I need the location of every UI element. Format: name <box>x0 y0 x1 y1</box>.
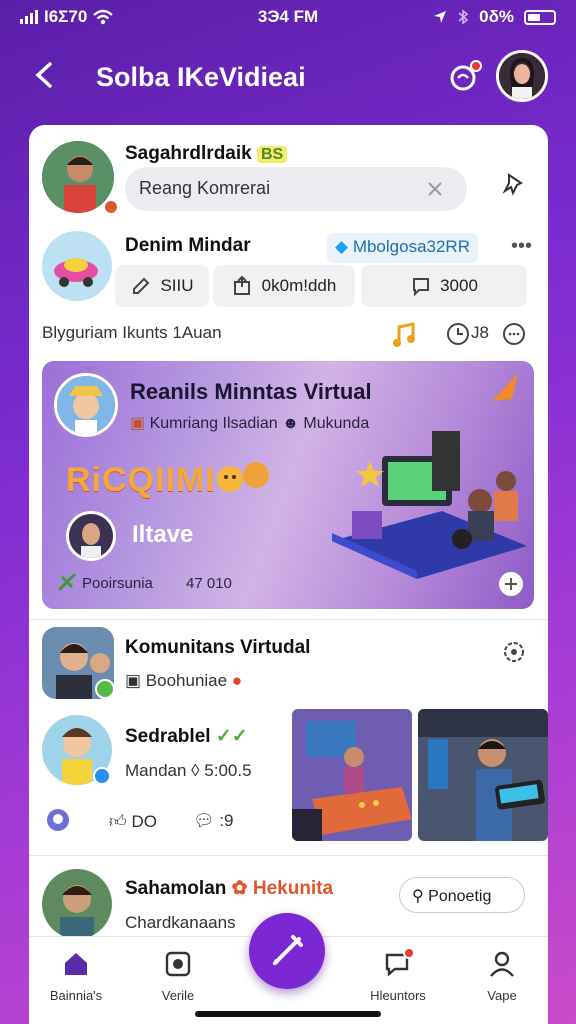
notifications-button[interactable] <box>446 60 482 96</box>
sparkle-icon: ✓✓ <box>215 726 248 747</box>
feed-card: Sagahrdlrdaik BS Reang Komrerai Denim Mi… <box>29 125 548 1024</box>
post-sub: Chardkanaans <box>125 913 236 932</box>
page-title: Solba IKeVidieai <box>96 62 306 92</box>
calendar-icon: ▣ <box>130 415 146 432</box>
pencil-icon <box>273 935 303 965</box>
profile-avatar[interactable] <box>496 50 548 102</box>
battery-percent: 0δ% <box>479 7 514 26</box>
comment-icon: 💬︎ <box>193 811 215 830</box>
notification-badge <box>470 60 482 72</box>
tab-video[interactable]: Verile <box>133 949 223 1003</box>
virtual-room-illustration <box>332 431 527 579</box>
host-avatar <box>66 511 116 561</box>
avatar-image <box>42 231 112 301</box>
post-line: Mandan ◊ 5:00.5 <box>125 761 252 780</box>
emoji-icon: ● <box>231 671 243 690</box>
comment-icon <box>413 278 430 297</box>
online-badge <box>95 679 115 699</box>
chevron-left-icon <box>35 62 52 88</box>
action-button-edit[interactable]: SIIU <box>115 265 209 307</box>
emoji-icon: ✿ <box>231 878 248 899</box>
post-author: Sedrablel ✓✓ <box>125 726 248 747</box>
vr-player-image <box>418 709 548 841</box>
chat-icon[interactable] <box>499 319 529 349</box>
divider <box>29 855 548 856</box>
promo-headline: RiCQIIMI <box>66 461 216 499</box>
divider <box>29 619 548 620</box>
home-indicator <box>195 1011 381 1017</box>
video-icon <box>165 951 191 977</box>
tab-hunters[interactable]: Hleuntors <box>353 947 443 1003</box>
avatar-image <box>499 53 545 99</box>
bluetooth-icon <box>458 9 469 25</box>
rocket-icon <box>492 373 518 401</box>
search-input[interactable]: Reang Komrerai <box>125 167 467 211</box>
promo-footer-label: Pooirsunia <box>82 575 153 592</box>
tab-home[interactable]: Bainnia's <box>31 949 121 1003</box>
avatar[interactable] <box>42 231 112 301</box>
group-icon[interactable] <box>43 805 73 835</box>
verified-badge <box>93 767 111 785</box>
thumb-up-icon: 👍︎ <box>109 812 127 831</box>
close-icon[interactable] <box>427 181 443 197</box>
music-note-icon[interactable] <box>389 319 419 349</box>
action-button-share[interactable]: 0k0m!ddh <box>213 265 355 307</box>
post-sub: ▣ Boohuniae ● <box>125 671 243 690</box>
avatar-image <box>42 869 112 939</box>
gear-icon[interactable] <box>499 637 529 667</box>
author-badge: BS <box>257 146 288 163</box>
back-button[interactable] <box>30 58 66 94</box>
avatar[interactable] <box>42 869 112 939</box>
battery-icon <box>524 9 556 25</box>
meta-count: J8 <box>471 323 489 342</box>
post-image[interactable] <box>292 709 412 841</box>
emoji-icon: ☻ <box>282 415 299 432</box>
post-author: Komunitans Virtudal <box>125 637 311 658</box>
post-action-button[interactable]: ⚲ Ponoetig <box>399 877 525 913</box>
tab-profile[interactable]: Vape <box>457 949 547 1003</box>
gaming-room-image <box>292 709 412 841</box>
like-button[interactable]: 👍︎ DO <box>109 811 157 832</box>
clock-icon <box>447 323 469 345</box>
promo-footer-count: 47 010 <box>186 575 232 592</box>
post-tag[interactable]: ◆ Mbolgosa32RR <box>327 233 478 263</box>
location-icon <box>434 11 447 23</box>
pencil-icon <box>133 277 150 294</box>
post-author: Denim Mindar <box>125 235 251 256</box>
status-bar: I6Σ70 3Э4 FM 0δ% <box>0 0 576 34</box>
bird-icon: ◆ <box>335 237 349 256</box>
calendar-icon: ▣ <box>125 671 142 690</box>
home-icon <box>65 953 87 975</box>
app-header: Solba IKeVidieai <box>0 40 576 116</box>
emoji-icon <box>217 462 269 492</box>
status-badge <box>103 199 119 215</box>
more-icon[interactable]: ••• <box>511 235 532 258</box>
post-author: Sahamolan ✿ Hekunita <box>125 878 334 899</box>
person-icon <box>490 951 514 977</box>
post-meta: Blyguriam Ikunts 1Auan <box>42 323 222 342</box>
avatar-image <box>57 376 115 434</box>
compose-button[interactable] <box>249 913 325 989</box>
host-name: Iltave <box>132 521 194 548</box>
add-icon[interactable] <box>498 571 524 597</box>
post-author: Sagahrdlrdaik BS <box>125 143 288 165</box>
avatar-image <box>69 514 113 558</box>
search-icon: ⚲ <box>412 888 424 905</box>
post-image[interactable] <box>418 709 548 841</box>
leaf-icon <box>57 572 77 592</box>
share-icon <box>233 275 250 295</box>
promo-title: Reanils Minntas Virtual <box>130 379 372 404</box>
notification-badge <box>403 947 415 959</box>
action-button-comments[interactable]: 3000 <box>361 265 527 307</box>
pin-icon[interactable] <box>499 169 529 199</box>
promo-avatar <box>54 373 118 437</box>
comment-button[interactable]: 💬︎ :9 <box>193 811 234 831</box>
promo-banner[interactable]: Reanils Minntas Virtual ▣ Kumriang Ilsad… <box>42 361 534 609</box>
